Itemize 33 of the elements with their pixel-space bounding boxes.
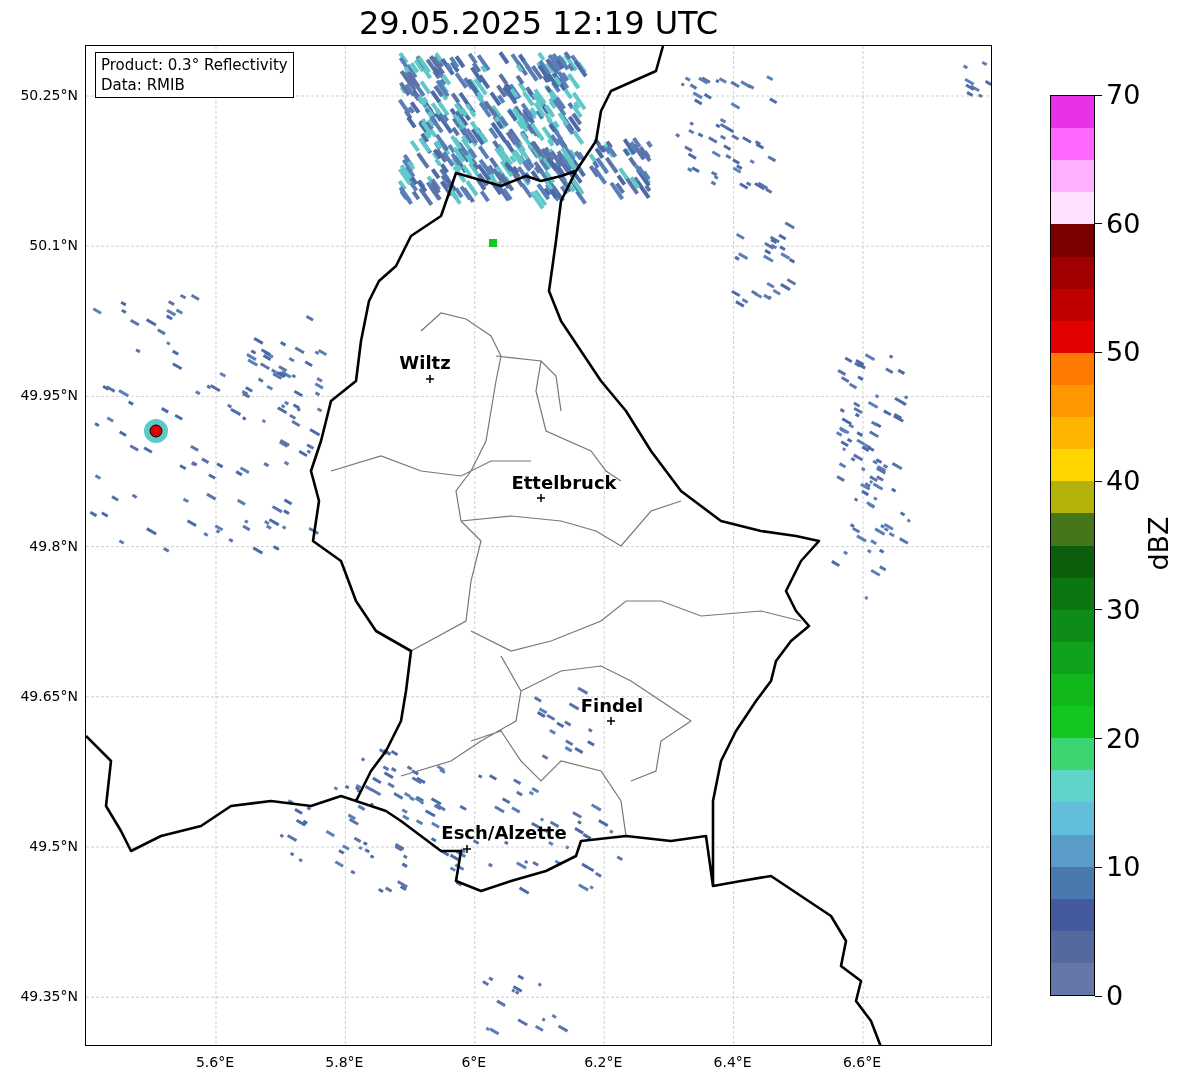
location-marker-icon bbox=[462, 844, 472, 854]
colorbar-tick-label: 20 bbox=[1106, 723, 1141, 754]
place-label: Ettelbruck bbox=[511, 472, 617, 493]
place-label: Wiltz bbox=[399, 352, 451, 373]
location-marker-icon bbox=[425, 374, 435, 384]
axis-tick-label: 50.1°N bbox=[29, 237, 78, 254]
axis-tick-label: 49.35°N bbox=[20, 988, 78, 1005]
axis-tick-label: 49.95°N bbox=[20, 387, 78, 404]
colorbar-tick-label: 40 bbox=[1106, 466, 1141, 497]
axis-tick-label: 49.5°N bbox=[29, 838, 78, 854]
axis-tick-label: 5.8°E bbox=[325, 1054, 364, 1070]
location-marker-icon bbox=[606, 716, 616, 726]
location-marker-icon bbox=[536, 493, 546, 503]
axis-tick-label: 5.6°E bbox=[195, 1054, 235, 1070]
place-label: Esch/Alzette bbox=[441, 822, 567, 843]
axis-tick-label: 49.65°N bbox=[20, 687, 78, 704]
info-text: Data: RMIB bbox=[101, 75, 186, 95]
axis-tick-label: 6.6°E bbox=[842, 1054, 882, 1070]
colorbar-tick-label: 10 bbox=[1106, 852, 1141, 883]
chart-title: 29.05.2025 12:19 UTC bbox=[358, 3, 719, 43]
axis-tick-label: 50.25°N bbox=[20, 87, 78, 103]
axis-tick-label: 6.2°E bbox=[584, 1054, 623, 1070]
axis-tick-label: 6°E bbox=[461, 1054, 487, 1070]
colorbar-tick-label: 50 bbox=[1106, 337, 1141, 368]
info-text: Product: 0.3° Reflectivity bbox=[101, 55, 288, 75]
place-label: Findel bbox=[580, 695, 644, 716]
colorbar-tick-label: 0 bbox=[1106, 981, 1124, 1011]
colorbar-label: dBZ bbox=[1142, 515, 1174, 571]
axis-tick-label: 49.8°N bbox=[29, 537, 78, 554]
colorbar-tick-label: 70 bbox=[1106, 80, 1141, 110]
axis-tick-label: 6.4°E bbox=[713, 1054, 752, 1070]
colorbar-tick-label: 30 bbox=[1106, 594, 1141, 625]
colorbar-tick-label: 60 bbox=[1106, 208, 1141, 239]
